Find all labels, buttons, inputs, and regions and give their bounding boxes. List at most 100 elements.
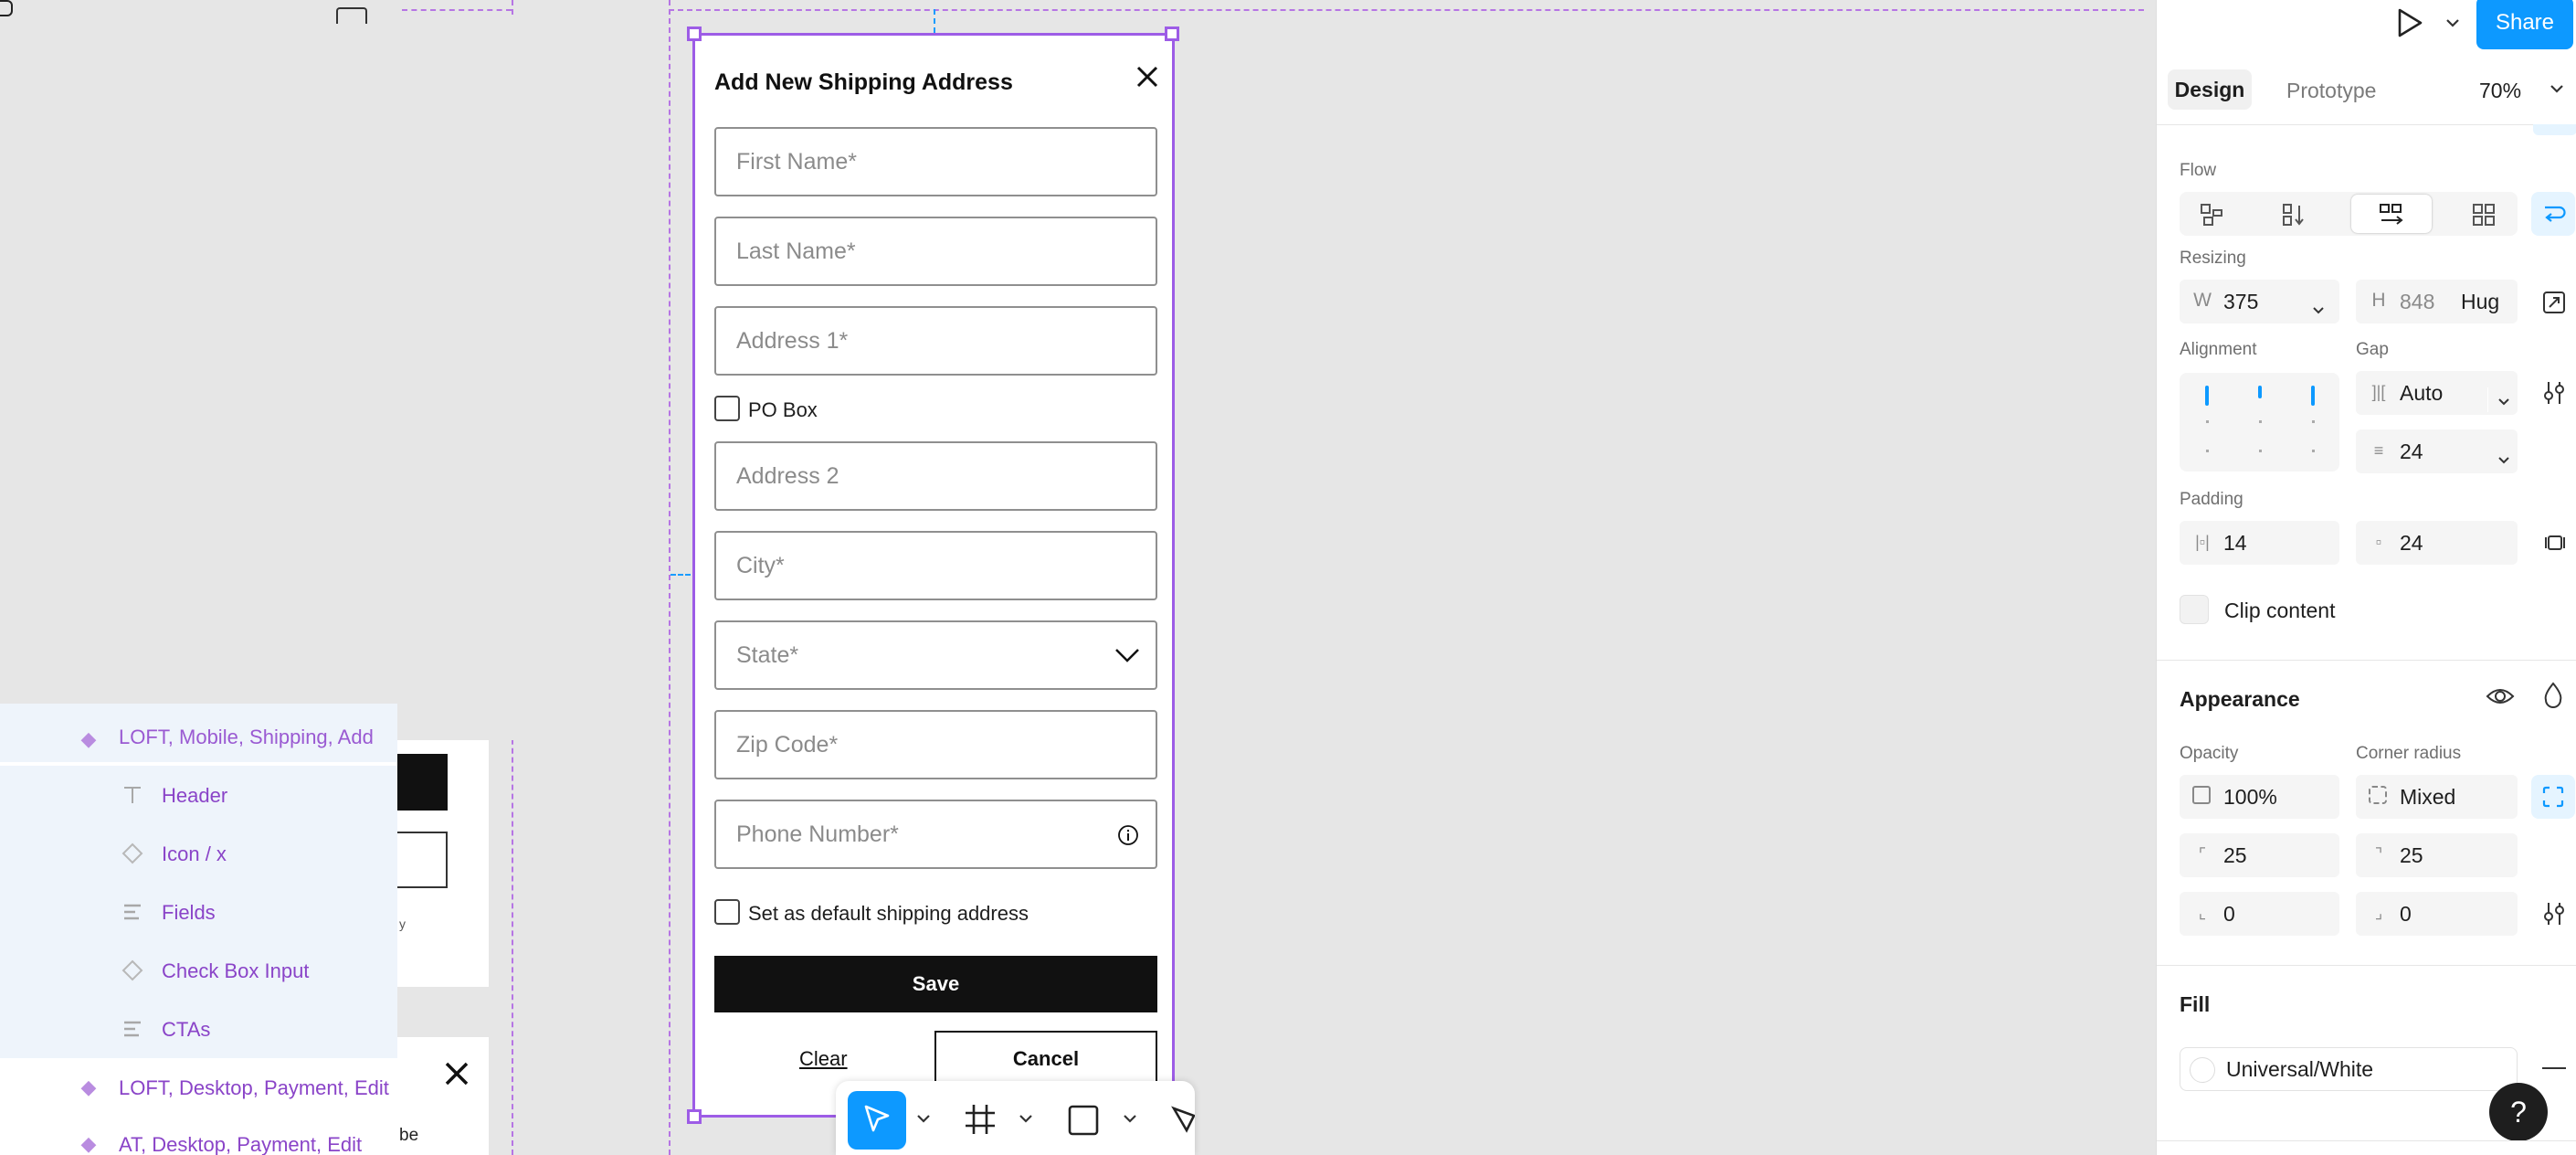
layer-label: LOFT, Mobile, Shipping, Add (119, 726, 374, 748)
bottom-toolbar (836, 1081, 1196, 1155)
corner-radius-value: Mixed (2400, 784, 2456, 809)
gap-vertical-input[interactable]: ≡ 24 (2356, 429, 2518, 473)
city-field[interactable]: City* (714, 531, 1157, 600)
background-small-text: y (399, 917, 406, 931)
opacity-input[interactable]: 100% (2180, 775, 2339, 819)
clip-content-checkbox[interactable] (2180, 595, 2209, 624)
resize-handle-tl[interactable] (687, 26, 702, 41)
independent-corners-toggle[interactable] (2531, 775, 2575, 819)
radius-top-left-input[interactable]: ⌜ 25 (2180, 833, 2339, 877)
fill-swatch (2190, 1057, 2215, 1083)
layer-row[interactable]: ◆ LOFT, Desktop, Payment, Edit (0, 1058, 397, 1117)
corner-br-icon: ⌟ (2374, 904, 2383, 922)
remove-fill-icon[interactable] (2542, 1067, 2566, 1069)
address1-field[interactable]: Address 1* (714, 306, 1157, 376)
chevron-down-icon[interactable] (1123, 1112, 1137, 1129)
chevron-down-icon (2488, 446, 2510, 471)
eye-icon[interactable] (2486, 685, 2515, 712)
padding-horizontal-input[interactable]: |▫| 14 (2180, 521, 2339, 565)
layer-label: CTAs (162, 1018, 211, 1041)
save-button[interactable]: Save (714, 956, 1157, 1012)
state-select[interactable]: State* (714, 620, 1157, 690)
help-button[interactable]: ? (2489, 1083, 2548, 1141)
radius-bottom-right-input[interactable]: ⌟ 0 (2356, 892, 2518, 936)
chevron-down-icon[interactable] (2445, 16, 2460, 33)
clear-link[interactable]: Clear (799, 1047, 848, 1071)
pen-tool-icon[interactable] (1170, 1103, 1196, 1140)
share-button[interactable]: Share (2476, 0, 2573, 49)
frame-tool-icon[interactable] (964, 1103, 997, 1140)
section-guide (669, 0, 670, 1155)
cancel-button[interactable]: Cancel (934, 1031, 1157, 1086)
move-tool-button[interactable] (848, 1091, 906, 1150)
resize-handle-bl[interactable] (687, 1109, 702, 1124)
component-icon: ◆ (80, 1132, 97, 1155)
padding-vertical-input[interactable]: ▫ 24 (2356, 521, 2518, 565)
layer-row[interactable]: Fields (0, 883, 397, 941)
zoom-level[interactable]: 70% (2479, 79, 2521, 103)
gap-horizontal-icon: ]|[ (2371, 383, 2386, 401)
padding-label: Padding (2180, 490, 2243, 509)
flow-horizontal-button[interactable] (2351, 195, 2432, 233)
layer-row[interactable]: Icon / x (0, 824, 397, 883)
background-bar-dark (397, 754, 448, 811)
layer-row[interactable]: ◆ AT, Desktop, Payment, Edit (0, 1115, 397, 1155)
panel-toggle-icon[interactable] (336, 7, 367, 24)
chevron-down-icon[interactable] (2550, 82, 2564, 99)
alignment-grid[interactable] (2180, 373, 2339, 472)
radius-bottom-left-input[interactable]: ⌞ 0 (2180, 892, 2339, 936)
rectangle-tool-icon[interactable] (1068, 1105, 1099, 1140)
align-dot (2312, 420, 2315, 423)
fill-style-row[interactable]: Universal/White (2180, 1047, 2518, 1091)
tab-prototype[interactable]: Prototype (2286, 79, 2376, 103)
resize-to-fit-icon[interactable] (2542, 291, 2566, 319)
layer-row[interactable]: ◆ LOFT, Mobile, Shipping, Add (0, 704, 397, 762)
gap-vertical-icon: ≡ (2373, 441, 2384, 460)
padding-horizontal-value: 14 (2223, 530, 2247, 555)
flow-freeform-icon[interactable] (2200, 203, 2223, 231)
wrap-icon (2542, 203, 2566, 229)
po-box-checkbox[interactable] (714, 396, 740, 421)
tab-design[interactable]: Design (2168, 69, 2252, 110)
corner-tl-icon: ⌜ (2198, 845, 2207, 864)
autolayout-icon (121, 1017, 144, 1041)
default-address-label: Set as default shipping address (748, 902, 1029, 925)
address2-field[interactable]: Address 2 (714, 441, 1157, 511)
last-name-field[interactable]: Last Name* (714, 217, 1157, 286)
info-icon[interactable] (1117, 824, 1139, 846)
resize-handle-tr[interactable] (1165, 26, 1179, 41)
phone-number-field[interactable]: Phone Number* (714, 800, 1157, 869)
corner-radius-input[interactable]: Mixed (2356, 775, 2518, 819)
wrap-toggle[interactable] (2531, 192, 2575, 236)
flow-vertical-icon[interactable] (2282, 203, 2306, 231)
instance-icon (121, 959, 144, 982)
zip-code-field[interactable]: Zip Code* (714, 710, 1157, 779)
align-dot (2259, 450, 2262, 452)
align-bar (2205, 386, 2209, 406)
layer-row[interactable]: Check Box Input (0, 941, 397, 1000)
chevron-down-icon (2312, 296, 2325, 321)
section-guide (669, 9, 2144, 11)
corner-settings-icon[interactable] (2542, 901, 2566, 931)
chevron-down-icon[interactable] (916, 1112, 931, 1129)
width-prefix: W (2193, 290, 2212, 311)
radius-top-right-input[interactable]: ⌝ 25 (2356, 833, 2518, 877)
blend-mode-icon[interactable] (2542, 682, 2564, 714)
height-value: 848 (2400, 289, 2435, 313)
component-icon: ◆ (80, 727, 97, 750)
flow-grid-icon[interactable] (2472, 203, 2496, 231)
default-address-checkbox[interactable] (714, 899, 740, 925)
play-icon[interactable] (2396, 7, 2423, 43)
individual-padding-icon[interactable] (2544, 532, 2566, 558)
chevron-down-icon[interactable] (1019, 1112, 1033, 1129)
height-input[interactable]: H 848 Hug (2356, 280, 2518, 323)
close-icon[interactable] (1134, 63, 1161, 90)
gap-horizontal-input[interactable]: ]|[ Auto (2356, 371, 2518, 415)
first-name-field[interactable]: First Name* (714, 127, 1157, 196)
shipping-address-frame[interactable]: Add New Shipping Address First Name* Las… (692, 33, 1175, 1118)
layer-row[interactable]: Header (0, 766, 397, 824)
width-input[interactable]: W 375 (2180, 280, 2339, 323)
layer-row[interactable]: CTAs (0, 1000, 397, 1058)
opacity-icon (2192, 786, 2211, 804)
advanced-settings-icon[interactable] (2542, 380, 2566, 410)
